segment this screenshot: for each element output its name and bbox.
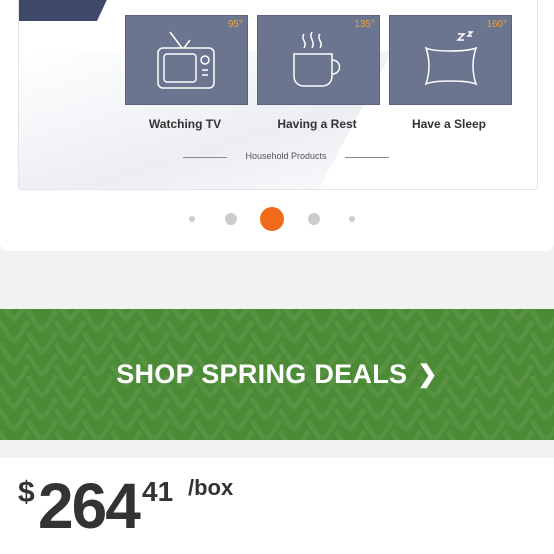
divider xyxy=(345,157,389,158)
scene-caption: Have a Sleep xyxy=(411,117,487,131)
product-image-card: 95° 135° 160° Watching TV Having a Rest … xyxy=(0,0,554,251)
scene-tile-sleep: 160° xyxy=(389,15,512,105)
scene-tile-tv: 95° xyxy=(125,15,248,105)
tv-icon xyxy=(157,31,215,89)
price-cents: 41 xyxy=(142,476,174,507)
decorative-strip xyxy=(19,0,111,21)
chevron-right-icon: ❯ xyxy=(417,361,438,388)
pillow-sleep-icon xyxy=(424,31,478,86)
carousel-dot[interactable] xyxy=(308,213,320,225)
image-footer: Household Products xyxy=(183,151,389,163)
carousel-dot[interactable] xyxy=(349,216,355,222)
temperature-label: 160° xyxy=(486,19,507,30)
scene-tile-rest: 135° xyxy=(257,15,380,105)
temperature-label: 135° xyxy=(354,19,375,30)
temperature-label: 95° xyxy=(227,19,243,30)
footer-label: Household Products xyxy=(245,151,327,161)
carousel-dots xyxy=(0,207,554,231)
price-unit: /box xyxy=(188,475,234,500)
product-image[interactable]: 95° 135° 160° Watching TV Having a Rest … xyxy=(18,0,538,190)
carousel-dot-active[interactable] xyxy=(260,207,284,231)
carousel-dot[interactable] xyxy=(189,216,195,222)
carousel-dot[interactable] xyxy=(225,213,237,225)
scene-caption: Having a Rest xyxy=(277,117,357,131)
price-card: $ 264 41 /box xyxy=(0,458,554,554)
banner-label: SHOP SPRING DEALS ❯ xyxy=(0,309,554,440)
scene-caption: Watching TV xyxy=(148,117,222,131)
price-whole: 264 xyxy=(38,470,141,542)
shop-spring-deals-banner[interactable]: SHOP SPRING DEALS ❯ xyxy=(0,309,554,440)
price-currency: $ xyxy=(18,476,35,509)
coffee-cup-icon xyxy=(293,31,341,87)
banner-text: SHOP SPRING DEALS xyxy=(116,359,408,389)
